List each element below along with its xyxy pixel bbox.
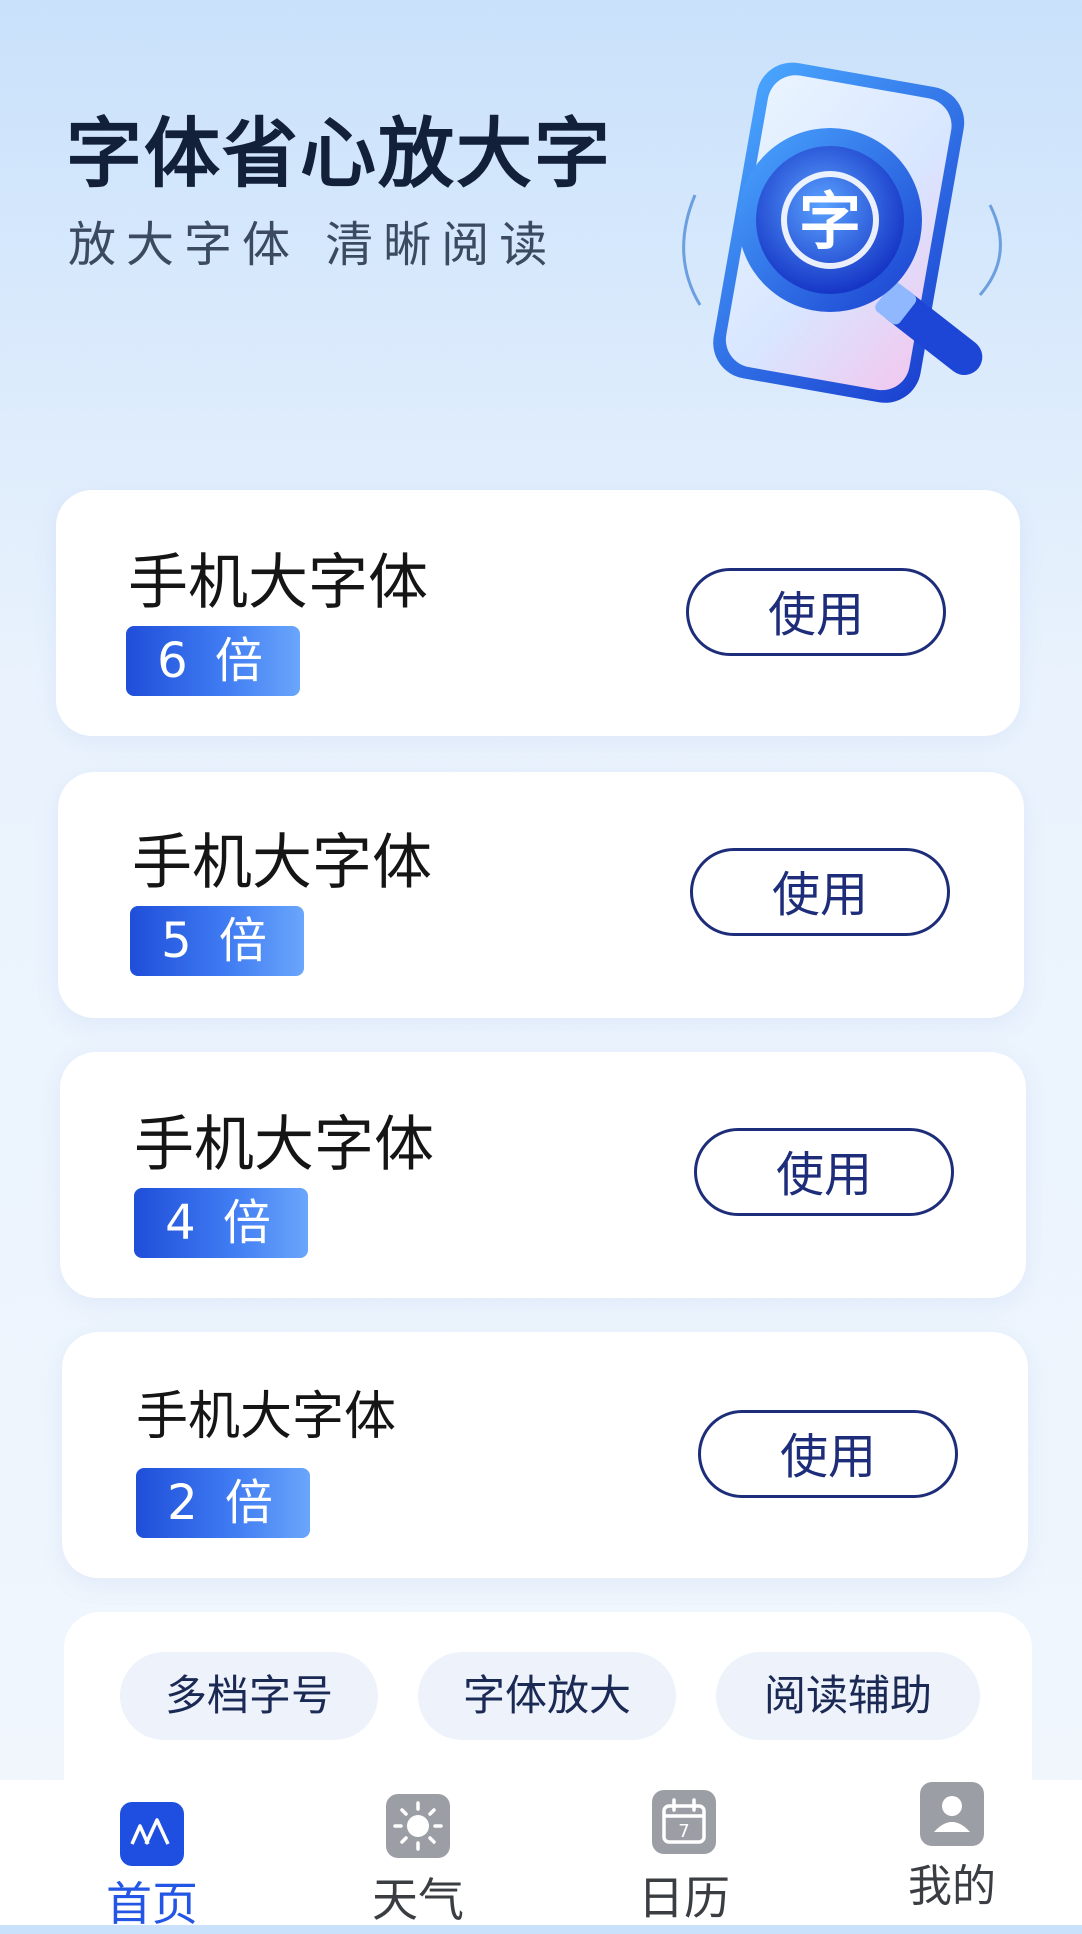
magnification-badge: 4 倍	[134, 1188, 308, 1258]
page-subtitle: 放大字体 清晰阅读	[68, 217, 558, 273]
font-option-card-4x: 手机大字体 4 倍 使用	[60, 1052, 1026, 1298]
magnification-badge: 5 倍	[130, 906, 304, 976]
tab-label: 我的	[908, 1861, 996, 1912]
use-button-2x[interactable]: 使用	[698, 1410, 958, 1498]
use-button-6x[interactable]: 使用	[686, 568, 946, 656]
card-title: 手机大字体	[134, 1110, 434, 1180]
font-option-card-6x: 手机大字体 6 倍 使用	[56, 490, 1020, 736]
feature-chip-font-zoom[interactable]: 字体放大	[418, 1652, 676, 1740]
tab-profile[interactable]: 我的	[852, 1780, 1052, 1925]
magnification-badge: 2 倍	[136, 1468, 310, 1538]
card-title: 手机大字体	[136, 1387, 397, 1447]
font-option-card-2x: 手机大字体 2 倍 使用	[62, 1332, 1028, 1578]
magnification-badge: 6 倍	[126, 626, 300, 696]
tab-label: 天气	[372, 1873, 464, 1927]
magnifier-character-icon: 字	[682, 62, 1002, 403]
use-button-5x[interactable]: 使用	[690, 848, 950, 936]
feature-chip-font-levels[interactable]: 多档字号	[120, 1652, 378, 1740]
calendar-icon: 7	[652, 1790, 716, 1854]
feature-chip-reading-aid[interactable]: 阅读辅助	[716, 1652, 980, 1740]
sun-icon	[386, 1794, 450, 1858]
feature-panel: 多档字号 字体放大 阅读辅助	[64, 1612, 1032, 1782]
tab-label: 首页	[106, 1877, 198, 1931]
bottom-tab-bar: 首页 天气 7 日历 我的	[0, 1780, 1082, 1931]
hero-banner: 字体省心放大字 放大字体 清晰阅读 字	[0, 0, 1082, 480]
tab-weather[interactable]: 天气	[318, 1780, 518, 1927]
tab-label: 日历	[638, 1871, 730, 1925]
calendar-day: 7	[678, 1821, 689, 1842]
tab-home[interactable]: 首页	[52, 1780, 252, 1931]
magnifier-char: 字	[799, 185, 861, 258]
user-icon	[920, 1782, 984, 1846]
card-title: 手机大字体	[128, 548, 428, 618]
font-option-card-5x: 手机大字体 5 倍 使用	[58, 772, 1024, 1018]
use-button-4x[interactable]: 使用	[694, 1128, 954, 1216]
tab-calendar[interactable]: 7 日历	[584, 1780, 784, 1925]
page-title: 字体省心放大字	[66, 109, 612, 198]
font-size-icon	[120, 1802, 184, 1866]
card-title: 手机大字体	[132, 828, 432, 898]
